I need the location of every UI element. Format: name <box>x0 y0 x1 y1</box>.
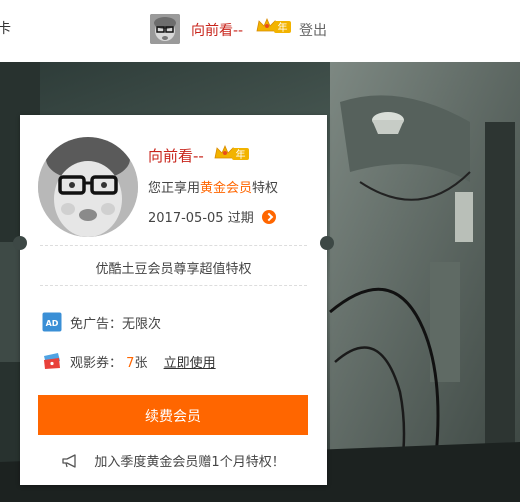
ticket-unit: 张 <box>134 356 148 371</box>
header-username[interactable]: 向前看-- <box>191 20 243 40</box>
card-notch-right <box>320 236 334 250</box>
megaphone-icon <box>62 454 80 468</box>
avatar[interactable] <box>150 14 180 44</box>
promo-text: 加入季度黄金会员赠1个月特权！ <box>94 455 285 470</box>
nav-item-cut[interactable]: 卡 <box>0 18 11 38</box>
privilege-status: 您正享用黄金会员特权 <box>148 177 278 196</box>
logout-link[interactable]: 登出 <box>299 20 327 40</box>
vip-crown-icon: 年 <box>256 17 292 35</box>
membership-card: 向前看-- 年 您正享用黄金会员特权 2017-05-05 过期 优酷土豆会员尊… <box>13 115 334 485</box>
chevron-right-icon[interactable] <box>261 210 276 224</box>
use-now-link[interactable]: 立即使用 <box>164 356 216 371</box>
benefit-label: 免广告：无限次 <box>70 317 162 332</box>
vip-crown-icon: 年 <box>214 144 250 162</box>
profile-avatar[interactable] <box>38 137 138 237</box>
top-bar: 卡 向前看-- 年 登出 <box>0 0 520 62</box>
benefit-label: 观影券： <box>70 356 123 371</box>
promo-banner[interactable]: 加入季度黄金会员赠1个月特权！ <box>20 451 327 470</box>
ad-icon-text: AD <box>46 319 59 328</box>
privilege-tier: 黄金会员 <box>200 181 253 196</box>
card-notch-left <box>13 236 27 250</box>
vip-badge-text: 年 <box>236 148 246 161</box>
ticket-text: 观影券： 7张 立即使用 <box>70 352 216 371</box>
expiry-date: 2017-05-05 <box>148 211 224 226</box>
expiry-info[interactable]: 2017-05-05 过期 <box>148 207 276 226</box>
ticket-icon <box>42 351 62 371</box>
card-username[interactable]: 向前看-- <box>148 145 204 166</box>
vip-badge-text: 年 <box>278 21 288 34</box>
expiry-label: 过期 <box>227 211 254 226</box>
privilege-prefix: 您正享用 <box>148 181 201 196</box>
privilege-suffix: 特权 <box>252 181 279 196</box>
renew-membership-button[interactable]: 续费会员 <box>38 395 308 435</box>
ad-icon: AD <box>42 312 62 332</box>
card-subtitle: 优酷土豆会员尊享超值特权 <box>95 262 252 277</box>
divider <box>40 285 307 286</box>
divider <box>40 245 307 246</box>
